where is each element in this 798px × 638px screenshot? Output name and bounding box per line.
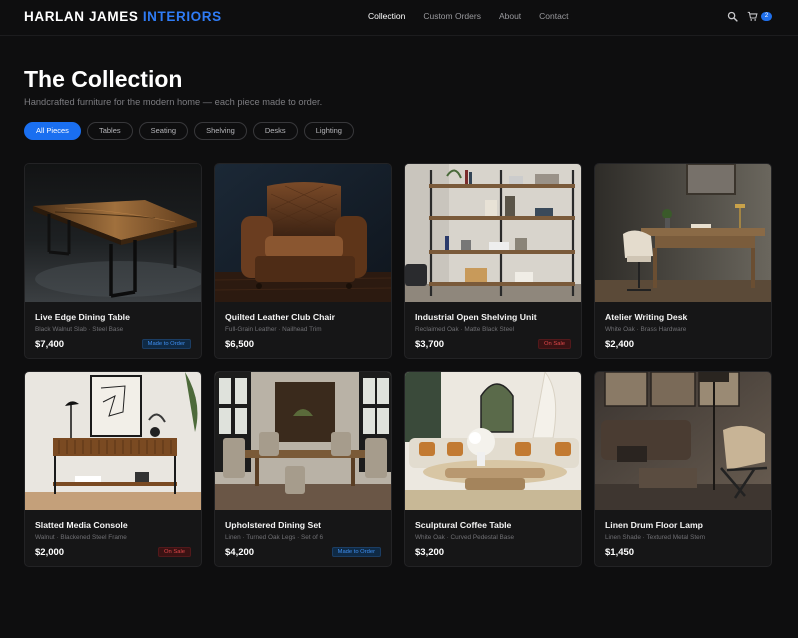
product-name: Quilted Leather Club Chair [225, 312, 336, 322]
product-materials: Reclaimed Oak · Matte Black Steel [415, 326, 515, 333]
product-name: Atelier Writing Desk [605, 312, 688, 322]
cart-count-badge: 2 [761, 12, 772, 21]
filter-desks[interactable]: Desks [252, 122, 298, 140]
brand-name: HARLAN JAMES [24, 9, 139, 24]
filter-chips: All Pieces Tables Seating Shelving Desks… [24, 122, 360, 140]
product-materials: Full-Grain Leather · Nailhead Trim [225, 326, 322, 333]
product-name: Live Edge Dining Table [35, 312, 130, 322]
top-nav: HARLAN JAMES INTERIORS Collection Custom… [0, 0, 798, 36]
product-materials: Black Walnut Slab · Steel Base [35, 326, 124, 333]
product-card[interactable]: Linen Drum Floor Lamp Linen Shade · Text… [594, 371, 772, 567]
product-materials: White Oak · Curved Pedestal Base [415, 534, 515, 541]
product-card[interactable]: Industrial Open Shelving Unit Reclaimed … [404, 163, 582, 359]
product-price: $6,500 [225, 339, 255, 350]
brand-accent: INTERIORS [142, 9, 222, 24]
made-to-order-badge: Made to Order [331, 547, 381, 557]
filter-all-pieces[interactable]: All Pieces [24, 122, 81, 140]
brand-logo[interactable]: HARLAN JAMES INTERIORS [24, 9, 222, 24]
nav-link-contact[interactable]: Contact [539, 11, 568, 21]
product-card[interactable]: Sculptural Coffee Table White Oak · Curv… [404, 371, 582, 567]
product-image-media-console [25, 372, 201, 510]
nav-link-custom-orders[interactable]: Custom Orders [423, 11, 481, 21]
product-price: $4,200 [225, 547, 255, 558]
product-price: $3,700 [415, 339, 445, 350]
product-card[interactable]: Slatted Media Console Walnut · Blackened… [24, 371, 202, 567]
product-name: Upholstered Dining Set [225, 520, 322, 530]
cart-button[interactable]: 2 [747, 11, 772, 22]
product-materials: Linen · Turned Oak Legs · Set of 6 [225, 534, 324, 541]
product-grid: Live Edge Dining Table Black Walnut Slab… [24, 163, 773, 567]
product-card[interactable]: Atelier Writing Desk White Oak · Brass H… [594, 163, 772, 359]
product-price: $2,000 [35, 547, 65, 558]
on-sale-badge: On Sale [158, 547, 191, 557]
product-image-writing-desk [595, 164, 771, 302]
product-price: $1,450 [605, 547, 635, 558]
nav-icons: 2 [727, 11, 772, 22]
filter-seating[interactable]: Seating [138, 122, 189, 140]
cart-icon [747, 11, 758, 21]
product-materials: Walnut · Blackened Steel Frame [35, 534, 127, 541]
product-price: $3,200 [415, 547, 445, 558]
product-card[interactable]: Live Edge Dining Table Black Walnut Slab… [24, 163, 202, 359]
filter-tables[interactable]: Tables [86, 122, 133, 140]
product-image-coffee-table [405, 372, 581, 510]
page-subtitle: Handcrafted furniture for the modern hom… [24, 97, 323, 107]
product-price: $2,400 [605, 339, 635, 350]
product-name: Linen Drum Floor Lamp [605, 520, 703, 530]
product-image-club-chair [215, 164, 391, 302]
product-image-dining-table [25, 164, 201, 302]
filter-shelving[interactable]: Shelving [194, 122, 247, 140]
nav-links: Collection Custom Orders About Contact [368, 11, 586, 21]
product-card[interactable]: Upholstered Dining Set Linen · Turned Oa… [214, 371, 392, 567]
product-image-shelving-unit [405, 164, 581, 302]
product-image-floor-lamp [595, 372, 771, 510]
filter-lighting[interactable]: Lighting [303, 122, 354, 140]
on-sale-badge: On Sale [538, 339, 571, 349]
product-materials: Linen Shade · Textured Metal Stem [605, 534, 706, 541]
product-materials: White Oak · Brass Hardware [605, 326, 687, 333]
product-image-dining-set [215, 372, 391, 510]
nav-link-collection[interactable]: Collection [368, 11, 405, 21]
product-price: $7,400 [35, 339, 65, 350]
product-name: Industrial Open Shelving Unit [415, 312, 537, 322]
product-card[interactable]: Quilted Leather Club Chair Full-Grain Le… [214, 163, 392, 359]
made-to-order-badge: Made to Order [141, 339, 191, 349]
nav-link-about[interactable]: About [499, 11, 521, 21]
page-title: The Collection [24, 66, 183, 92]
search-icon[interactable] [727, 11, 738, 22]
product-name: Sculptural Coffee Table [415, 520, 512, 530]
product-name: Slatted Media Console [35, 520, 128, 530]
